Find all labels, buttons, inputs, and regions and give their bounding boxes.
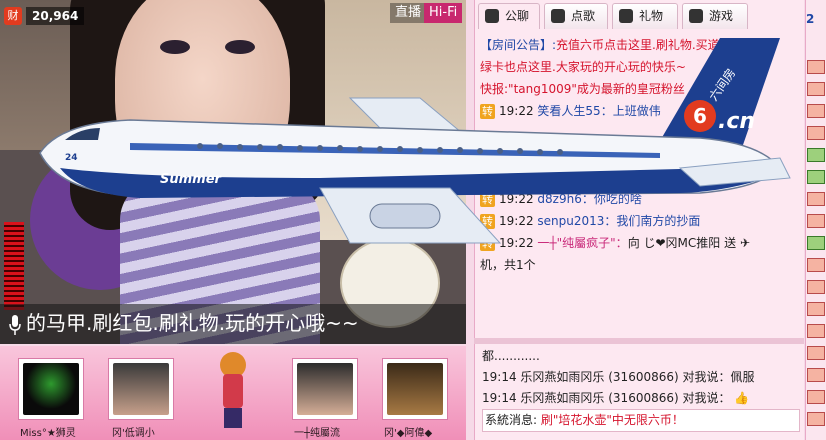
user-badge[interactable] bbox=[807, 104, 825, 118]
fan-avatar-2[interactable] bbox=[108, 358, 174, 420]
user-badge[interactable] bbox=[807, 324, 825, 338]
user-badge[interactable] bbox=[807, 412, 825, 426]
fan-name-1: Miss°★狮灵 bbox=[20, 428, 76, 439]
fan-name-3: 一┼纯屬流 bbox=[294, 428, 341, 439]
user-badge[interactable] bbox=[807, 368, 825, 382]
user-badge[interactable] bbox=[807, 214, 825, 228]
tab-gifts[interactable]: 礼物 bbox=[612, 3, 678, 29]
private-message-list[interactable]: 都............ 19:14 乐冈燕如雨冈乐 (31600866) 对… bbox=[482, 346, 800, 436]
gift-message: 转 19:22 一┼"纯屬疯子"：向 じ❤冈MC推阳 送 ✈ bbox=[480, 236, 750, 251]
welcome-message: 19:22 欢迎 "乐冈MC游侠冈乐"进入房间 bbox=[480, 170, 697, 184]
fan-avatar-1[interactable] bbox=[18, 358, 84, 420]
user-badge[interactable] bbox=[807, 390, 825, 404]
user-badge[interactable] bbox=[807, 192, 825, 206]
user-badge[interactable] bbox=[807, 148, 825, 162]
repost-badge[interactable]: 转 bbox=[480, 104, 495, 119]
streamer-face bbox=[115, 0, 290, 200]
audience-count: 2 bbox=[806, 12, 815, 26]
live-room-app: 财 20,964 直播 Hi-Fi 的马甲.刷红包.刷礼物.玩的开心哦~~ Mi… bbox=[0, 0, 826, 440]
cartoon-character-icon[interactable] bbox=[214, 352, 252, 430]
fan-avatar-4[interactable] bbox=[382, 358, 448, 420]
chat-message-list[interactable]: 【房间公告】:充值六币点击这里.刷礼物.买道具 绿卡也点这里.大家玩的开心玩的快… bbox=[480, 34, 800, 334]
fan-avatar-3[interactable] bbox=[292, 358, 358, 420]
hifi-button[interactable]: Hi-Fi bbox=[424, 3, 463, 23]
microphone-icon[interactable] bbox=[8, 314, 22, 336]
user-badge[interactable] bbox=[807, 280, 825, 294]
repost-badge[interactable]: 转 bbox=[480, 214, 495, 229]
video-subtitle: 的马甲.刷红包.刷礼物.玩的开心哦~~ bbox=[26, 311, 359, 335]
alien-avatar-icon bbox=[23, 363, 79, 415]
thumbs-up-icon: 👍 bbox=[734, 391, 750, 405]
eye-left bbox=[160, 40, 190, 54]
tab-games[interactable]: 游戏 bbox=[682, 3, 748, 29]
repost-badge[interactable]: 转 bbox=[480, 192, 495, 207]
chat-message-partial: 对 纯屬 bbox=[688, 126, 728, 140]
user-badge[interactable] bbox=[807, 258, 825, 272]
repost-badge[interactable]: 转 bbox=[480, 236, 495, 251]
coin-count: 20,964 bbox=[26, 7, 85, 25]
gift-icon bbox=[619, 9, 633, 23]
user-badge[interactable] bbox=[807, 170, 825, 184]
user-badge[interactable] bbox=[807, 346, 825, 360]
user-badge[interactable] bbox=[807, 126, 825, 140]
user-photo-icon bbox=[297, 363, 353, 415]
flash-news: 快报:"tang1009"成为最新的皇冠粉丝 bbox=[480, 82, 685, 96]
live-badge: 直播 bbox=[390, 3, 427, 23]
user-badge[interactable] bbox=[807, 302, 825, 316]
video-stream[interactable] bbox=[0, 0, 466, 344]
eye-right bbox=[225, 40, 255, 54]
private-message: 19:14 乐冈燕如雨冈乐 (31600866) 对我说： 👍 bbox=[482, 391, 750, 405]
chat-message: 转 19:22 d8z9h6：你吃的啥 bbox=[480, 192, 642, 207]
gift-message-count: 机，共1个 bbox=[480, 258, 536, 272]
fan-name-4: 冈'◆阿偉◆ bbox=[384, 428, 433, 439]
chat-message: 疯子"(6666666) 说： 床头俩枕头 bbox=[480, 148, 664, 162]
chat-message: 转 19:22 senpu2013：我们南方的抄面 bbox=[480, 214, 701, 229]
private-message: 都............ bbox=[482, 349, 540, 363]
chat-bubble-icon bbox=[485, 9, 499, 23]
user-badge[interactable] bbox=[807, 236, 825, 250]
chat-split-handle[interactable] bbox=[474, 338, 804, 344]
airplane-gift-icon: ✈ bbox=[739, 236, 750, 250]
system-message: 系統消息: 刷"培花水壶"中无限六币！ bbox=[482, 409, 800, 432]
user-badge[interactable] bbox=[807, 82, 825, 96]
private-message: 19:14 乐冈燕如雨冈乐 (31600866) 对我说：佩服 bbox=[482, 370, 755, 384]
fan-name-2: 冈'低调小 bbox=[112, 428, 155, 439]
tab-public-chat[interactable]: 公聊 bbox=[478, 3, 540, 29]
gamepad-icon bbox=[689, 9, 703, 23]
announcement: 【房间公告】:充值六币点击这里.刷礼物.买道具 bbox=[480, 38, 732, 52]
chat-message: 转 19:22 笑看人生55：上班做伟 bbox=[480, 104, 661, 119]
warrior-avatar-icon bbox=[387, 363, 443, 415]
volume-meter bbox=[4, 222, 24, 310]
user-photo-icon bbox=[113, 363, 169, 415]
coin-icon: 财 bbox=[4, 7, 22, 25]
microphone-icon bbox=[551, 9, 565, 23]
tab-song-request[interactable]: 点歌 bbox=[544, 3, 608, 29]
announcement-line2[interactable]: 绿卡也点这里.大家玩的开心玩的快乐~ bbox=[480, 56, 800, 78]
user-badge[interactable] bbox=[807, 60, 825, 74]
